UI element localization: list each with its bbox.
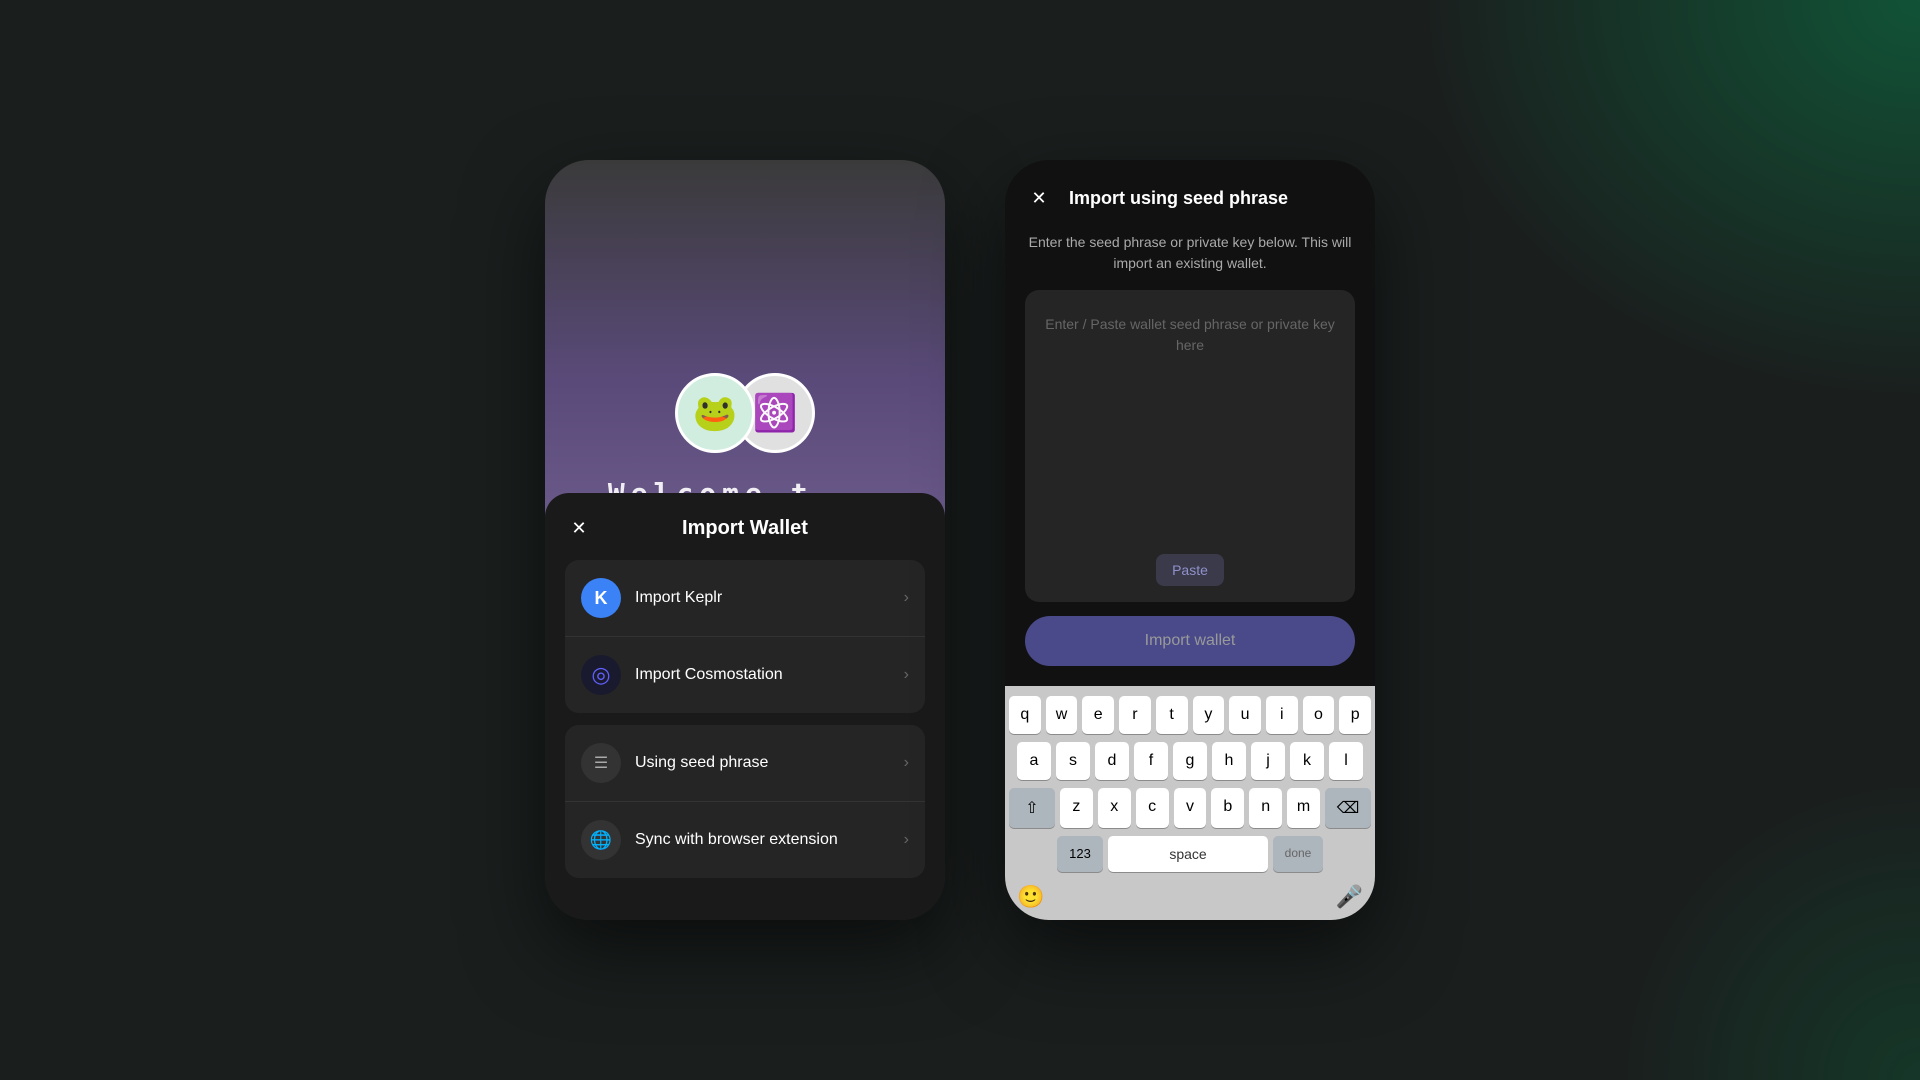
key-w[interactable]: w [1046,696,1078,734]
browser-icon: 🌐 [581,820,621,860]
keplr-icon: K [581,578,621,618]
cosmostation-arrow-icon: › [904,666,909,684]
right-modal-title: Import using seed phrase [1069,188,1288,209]
wallet-group-2: ☰ Using seed phrase › 🌐 Sync with browse… [565,725,925,878]
key-v[interactable]: v [1174,788,1207,828]
key-i[interactable]: i [1266,696,1298,734]
modal-header: ✕ Import Wallet [565,517,925,540]
key-j[interactable]: j [1251,742,1285,780]
key-f[interactable]: f [1134,742,1168,780]
shift-key[interactable]: ⇧ [1009,788,1055,828]
modal-subtitle: Enter the seed phrase or private key bel… [1025,232,1355,274]
key-u[interactable]: u [1229,696,1261,734]
seed-input-placeholder: Enter / Paste wallet seed phrase or priv… [1041,314,1339,356]
key-l[interactable]: l [1329,742,1363,780]
keyboard-row-2: a s d f g h j k l [1009,742,1371,780]
keyboard-area: q w e r t y u i o p a s d f g h j k [1005,686,1375,920]
sync-browser-label: Sync with browser extension [635,831,904,849]
emoji-icon[interactable]: 🙂 [1017,884,1044,910]
phone-left-top: 🐸 ⚛️ Welcome t___ [545,160,945,530]
right-modal-header: ✕ Import using seed phrase [1025,184,1355,212]
keplr-arrow-icon: › [904,589,909,607]
import-wallet-modal: ✕ Import Wallet K Import Keplr › ◎ Impor… [545,493,945,920]
bg-gradient-bottom-right [1620,780,1920,1080]
key-d[interactable]: d [1095,742,1129,780]
num-key[interactable]: 123 [1057,836,1103,872]
close-button-right[interactable]: ✕ [1025,184,1053,212]
key-h[interactable]: h [1212,742,1246,780]
keyboard-bottom-row: 🙂 🎤 [1009,880,1371,914]
using-seed-phrase-item[interactable]: ☰ Using seed phrase › [565,725,925,801]
key-m[interactable]: m [1287,788,1320,828]
cosmostation-icon: ◎ [581,655,621,695]
phone-right: ✕ Import using seed phrase Enter the see… [1005,160,1375,920]
key-q[interactable]: q [1009,696,1041,734]
screens-container: 🐸 ⚛️ Welcome t___ ✕ Import Wallet K Impo… [545,160,1375,920]
import-keplr-item[interactable]: K Import Keplr › [565,560,925,636]
key-z[interactable]: z [1060,788,1093,828]
seed-input-area[interactable]: Enter / Paste wallet seed phrase or priv… [1025,290,1355,602]
using-seed-phrase-label: Using seed phrase [635,754,904,772]
key-e[interactable]: e [1082,696,1114,734]
browser-arrow-icon: › [904,831,909,849]
modal-title: Import Wallet [682,517,808,540]
key-g[interactable]: g [1173,742,1207,780]
seed-arrow-icon: › [904,754,909,772]
key-n[interactable]: n [1249,788,1282,828]
right-modal-area: ✕ Import using seed phrase Enter the see… [1005,160,1375,686]
paste-button[interactable]: Paste [1156,554,1224,586]
key-s[interactable]: s [1056,742,1090,780]
import-wallet-button[interactable]: Import wallet [1025,616,1355,666]
key-r[interactable]: r [1119,696,1151,734]
seed-phrase-icon: ☰ [581,743,621,783]
done-key[interactable]: done [1273,836,1323,872]
key-b[interactable]: b [1211,788,1244,828]
key-a[interactable]: a [1017,742,1051,780]
frog-logo: 🐸 [675,373,755,453]
key-y[interactable]: y [1193,696,1225,734]
key-k[interactable]: k [1290,742,1324,780]
mic-icon[interactable]: 🎤 [1336,884,1363,910]
bg-gradient-right [1420,0,1920,400]
key-p[interactable]: p [1339,696,1371,734]
space-key[interactable]: space [1108,836,1268,872]
keyboard-row-4: 123 space done [1009,836,1371,872]
sync-browser-item[interactable]: 🌐 Sync with browser extension › [565,802,925,878]
phone-left: 🐸 ⚛️ Welcome t___ ✕ Import Wallet K Impo… [545,160,945,920]
keyboard-row-1: q w e r t y u i o p [1009,696,1371,734]
import-cosmostation-item[interactable]: ◎ Import Cosmostation › [565,637,925,713]
wallet-group-1: K Import Keplr › ◎ Import Cosmostation › [565,560,925,713]
close-button-left[interactable]: ✕ [565,515,593,543]
import-cosmostation-label: Import Cosmostation [635,666,904,684]
logos-container: 🐸 ⚛️ [675,373,815,453]
key-o[interactable]: o [1303,696,1335,734]
import-keplr-label: Import Keplr [635,589,904,607]
key-c[interactable]: c [1136,788,1169,828]
keyboard-row-3: ⇧ z x c v b n m ⌫ [1009,788,1371,828]
key-x[interactable]: x [1098,788,1131,828]
key-t[interactable]: t [1156,696,1188,734]
backspace-key[interactable]: ⌫ [1325,788,1371,828]
